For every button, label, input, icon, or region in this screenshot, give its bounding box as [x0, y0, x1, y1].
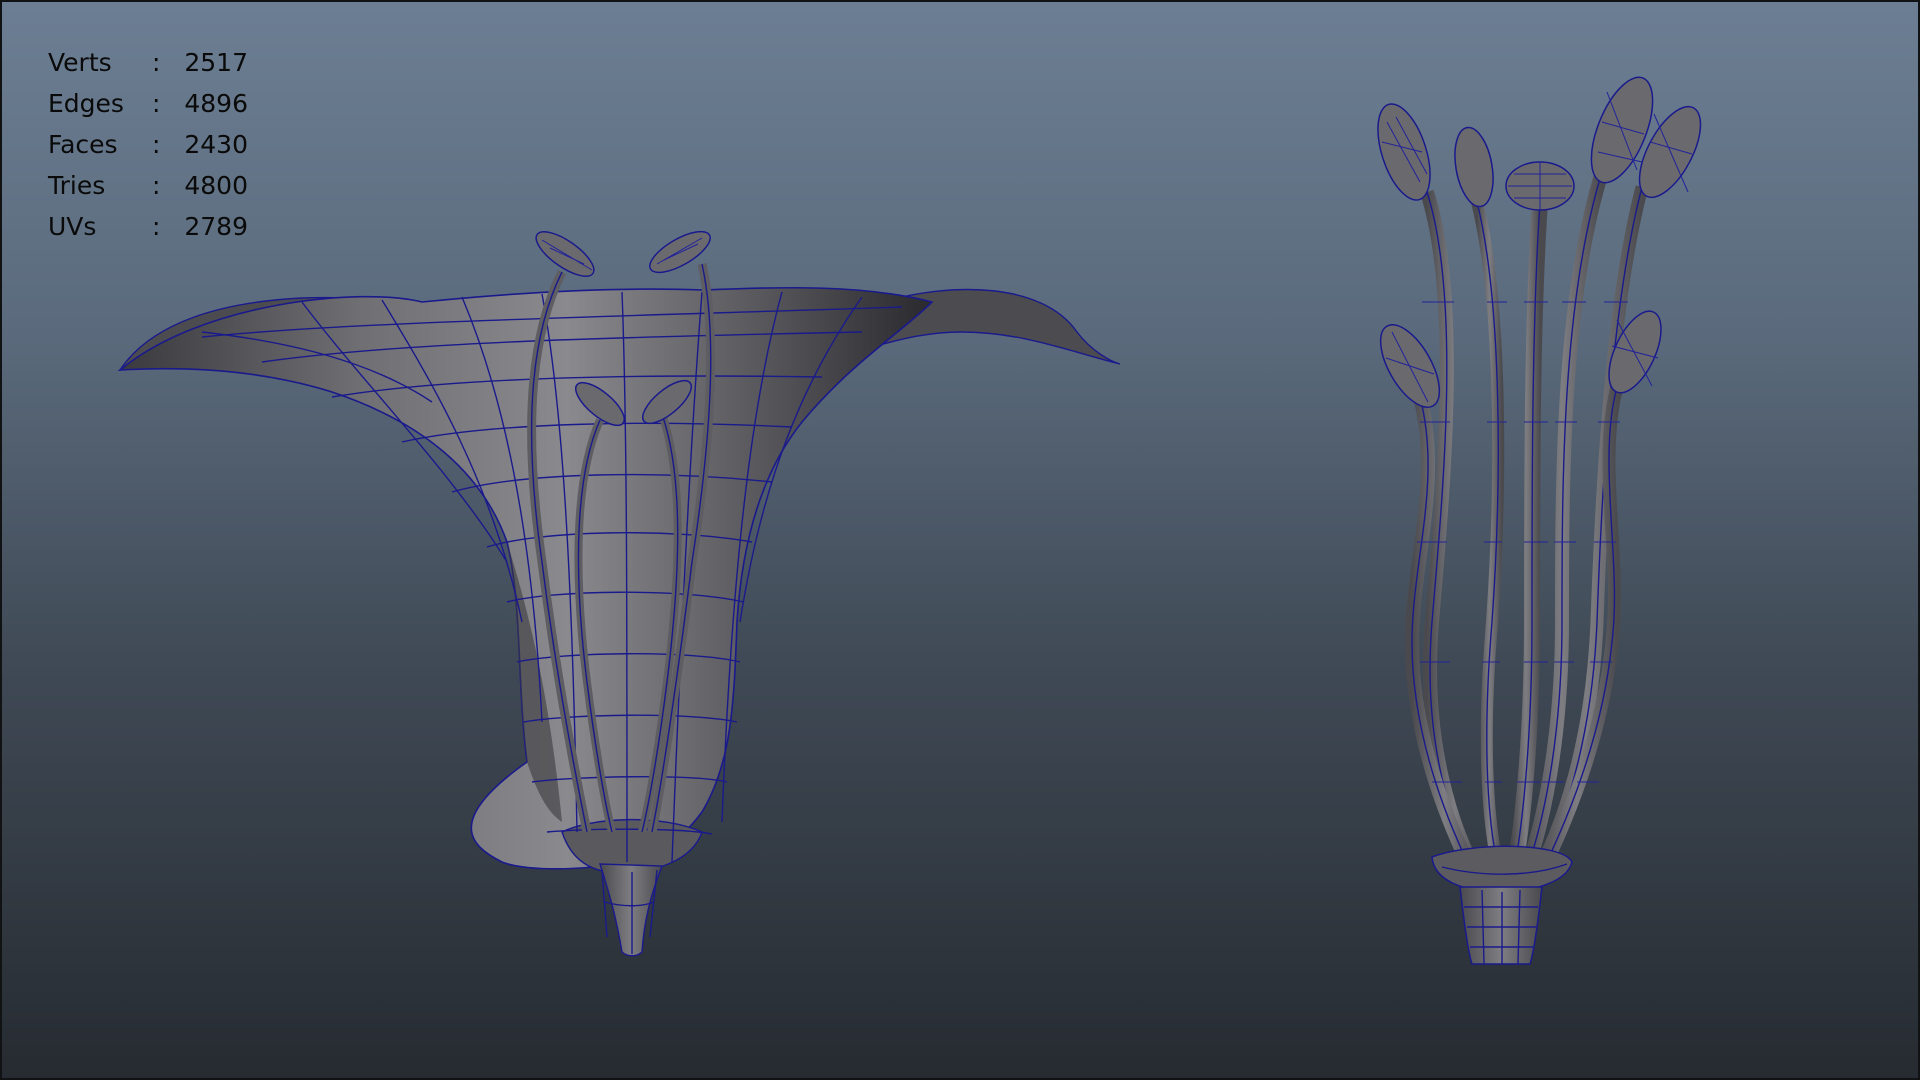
flower-bell [117, 286, 934, 870]
flower-mesh[interactable] [117, 224, 1121, 957]
stamen-cluster-mesh[interactable] [1368, 69, 1713, 965]
stamen-base-stem [1459, 886, 1543, 965]
3d-viewport[interactable]: Verts : 2517 Edges : 4896 Faces : 2430 T… [0, 0, 1920, 1080]
stamen-stalks [1404, 169, 1649, 886]
scene-canvas [117, 69, 1713, 965]
